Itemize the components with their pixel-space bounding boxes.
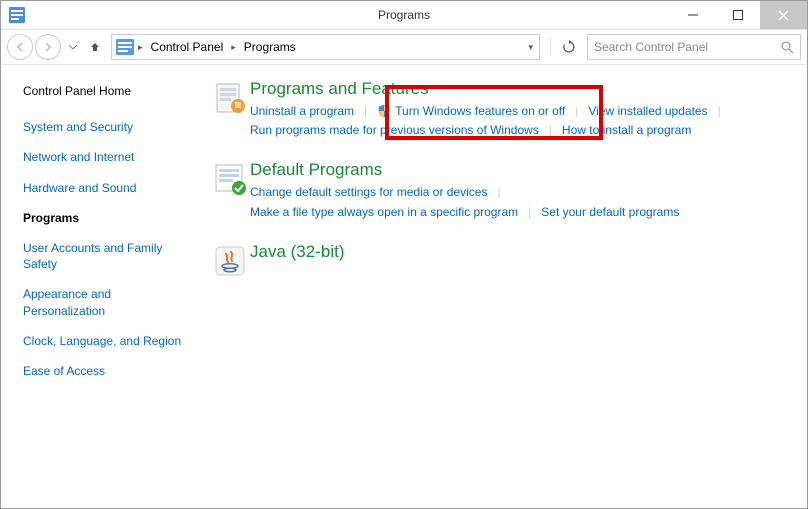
divider: |: [718, 102, 721, 121]
chevron-right-icon[interactable]: ▸: [229, 42, 238, 53]
category-title-java[interactable]: Java (32-bit): [250, 242, 791, 262]
window-controls: [670, 1, 807, 29]
link-how-to-install[interactable]: How to install a program: [562, 121, 691, 140]
maximize-button[interactable]: [715, 1, 760, 29]
link-windows-features[interactable]: Turn Windows features on or off: [377, 102, 565, 121]
divider: |: [497, 183, 500, 202]
sidebar-item-network-internet[interactable]: Network and Internet: [23, 149, 194, 165]
titlebar: Programs: [1, 1, 807, 30]
java-icon: [210, 242, 250, 278]
divider: |: [575, 102, 578, 121]
sidebar-home[interactable]: Control Panel Home: [23, 83, 194, 99]
separator: [550, 38, 551, 56]
category-title-programs-features[interactable]: Programs and Features: [250, 79, 791, 99]
category-default-programs: Default Programs Change default settings…: [210, 160, 791, 221]
link-file-type[interactable]: Make a file type always open in a specif…: [250, 203, 518, 222]
back-button[interactable]: [7, 34, 33, 60]
chevron-right-icon[interactable]: ▸: [136, 42, 145, 53]
link-view-updates[interactable]: View installed updates: [588, 102, 707, 121]
breadcrumb-programs[interactable]: Programs: [240, 40, 300, 54]
app-icon: [9, 7, 25, 23]
link-compatibility[interactable]: Run programs made for previous versions …: [250, 121, 539, 140]
category-programs-features: Programs and Features Uninstall a progra…: [210, 79, 791, 140]
content-area: Control Panel Home System and Security N…: [1, 65, 807, 508]
main-content: Programs and Features Uninstall a progra…: [206, 65, 807, 508]
link-default-media[interactable]: Change default settings for media or dev…: [250, 183, 487, 202]
programs-features-icon: [210, 79, 250, 115]
refresh-button[interactable]: [557, 35, 581, 59]
search-input[interactable]: Search Control Panel: [587, 34, 801, 60]
sidebar-item-hardware-sound[interactable]: Hardware and Sound: [23, 180, 194, 196]
address-bar[interactable]: ▸ Control Panel ▸ Programs ▾: [111, 34, 540, 60]
divider: |: [549, 121, 552, 140]
divider: |: [528, 203, 531, 222]
link-uninstall-program[interactable]: Uninstall a program: [250, 102, 354, 121]
up-button[interactable]: [85, 36, 105, 58]
chevron-down-icon[interactable]: ▾: [526, 42, 535, 53]
shield-icon: [377, 104, 391, 118]
sidebar: Control Panel Home System and Security N…: [1, 65, 206, 508]
forward-button[interactable]: [35, 34, 61, 60]
navigation-bar: ▸ Control Panel ▸ Programs ▾ Search Cont…: [1, 30, 807, 65]
sidebar-item-ease-of-access[interactable]: Ease of Access: [23, 363, 194, 379]
breadcrumb-control-panel[interactable]: Control Panel: [147, 40, 228, 54]
sidebar-item-user-accounts[interactable]: User Accounts and Family Safety: [23, 240, 183, 272]
link-windows-features-label: Turn Windows features on or off: [395, 104, 565, 118]
default-programs-icon: [210, 160, 250, 196]
history-dropdown[interactable]: [63, 36, 83, 58]
sidebar-item-system-security[interactable]: System and Security: [23, 119, 194, 135]
category-java: Java (32-bit): [210, 242, 791, 278]
category-title-default-programs[interactable]: Default Programs: [250, 160, 791, 180]
link-set-defaults[interactable]: Set your default programs: [541, 203, 679, 222]
search-placeholder: Search Control Panel: [594, 40, 781, 54]
location-icon: [116, 39, 134, 55]
sidebar-item-appearance[interactable]: Appearance and Personalization: [23, 286, 183, 318]
sidebar-item-programs[interactable]: Programs: [23, 210, 194, 226]
divider: |: [364, 102, 367, 121]
search-icon: [781, 41, 794, 54]
sidebar-item-clock-language[interactable]: Clock, Language, and Region: [23, 333, 194, 349]
close-button[interactable]: [760, 1, 807, 29]
minimize-button[interactable]: [670, 1, 715, 29]
